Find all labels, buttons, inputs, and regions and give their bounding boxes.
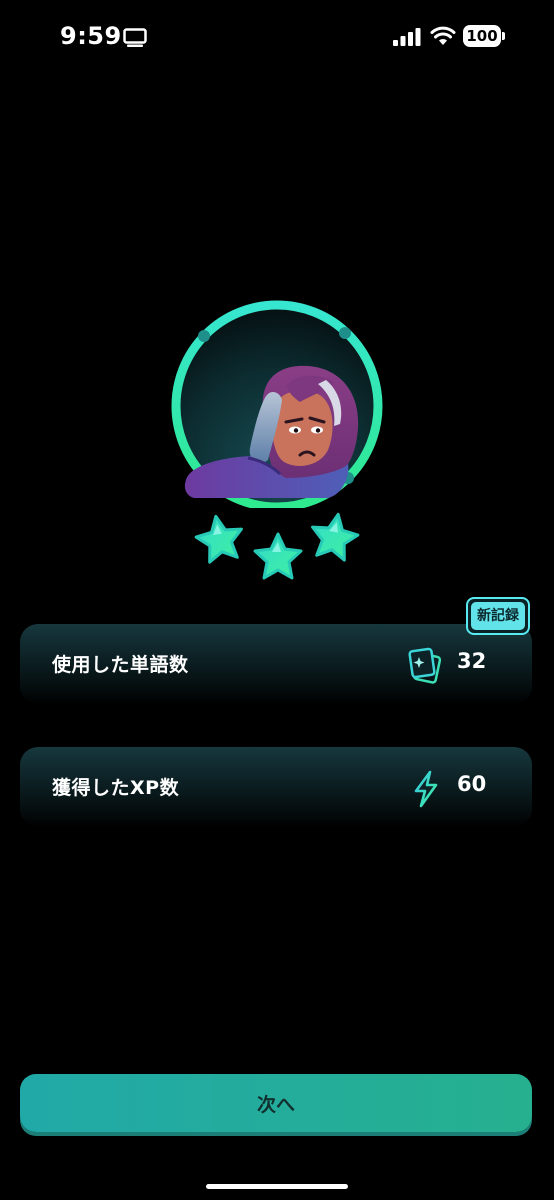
star-rating [194, 512, 360, 580]
star-icon [253, 532, 303, 580]
status-time: 9:59 [60, 22, 122, 50]
xp-earned-label: 獲得したXP数 [52, 777, 180, 799]
home-indicator[interactable] [206, 1184, 348, 1189]
next-button[interactable]: 次へ [20, 1074, 532, 1132]
character-avatar [171, 300, 383, 508]
star-icon [311, 512, 360, 562]
cellular-signal-icon [393, 28, 421, 46]
words-used-label: 使用した単語数 [52, 654, 189, 676]
monitor-icon [123, 28, 147, 47]
xp-earned-card: 獲得したXP数 60 [20, 747, 532, 827]
status-bar: 9:59 100 [0, 0, 554, 80]
star-icon [194, 514, 243, 564]
new-record-badge: 新記録 [466, 597, 530, 635]
cards-icon [408, 647, 442, 684]
battery-indicator: 100 [463, 25, 501, 47]
lightning-icon [414, 770, 438, 808]
words-used-value: 32 [457, 649, 487, 673]
new-record-label: 新記録 [471, 602, 525, 630]
wifi-icon [430, 26, 456, 45]
xp-earned-value: 60 [457, 772, 487, 796]
words-used-card: 使用した単語数 32 [20, 624, 532, 704]
battery-nub [502, 32, 505, 40]
